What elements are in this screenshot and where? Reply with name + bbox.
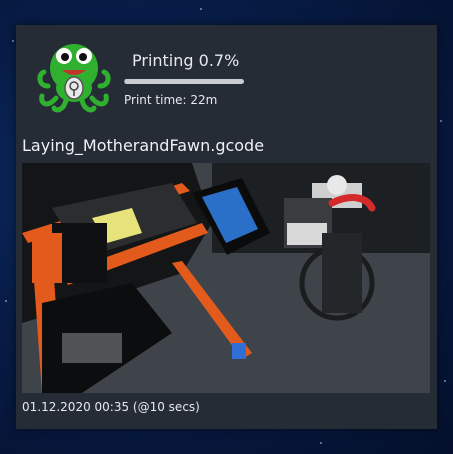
star [200, 8, 202, 10]
star [444, 380, 446, 382]
star [5, 300, 7, 302]
print-status-title: Printing 0.7% [132, 51, 240, 70]
job-filename: Laying_MotherandFawn.gcode [22, 136, 265, 155]
print-time: Print time: 22m [124, 93, 218, 107]
webcam-image[interactable] [22, 163, 430, 393]
star [12, 40, 14, 42]
star [320, 442, 322, 444]
status-card: Printing 0.7% Print time: 22m Laying_Mot… [16, 25, 437, 429]
octopus-logo-icon [37, 44, 111, 113]
webcam-timestamp: 01.12.2020 00:35 (@10 secs) [22, 400, 200, 414]
progress-bar [124, 79, 244, 84]
star [440, 120, 442, 122]
progress-fill [124, 79, 125, 84]
